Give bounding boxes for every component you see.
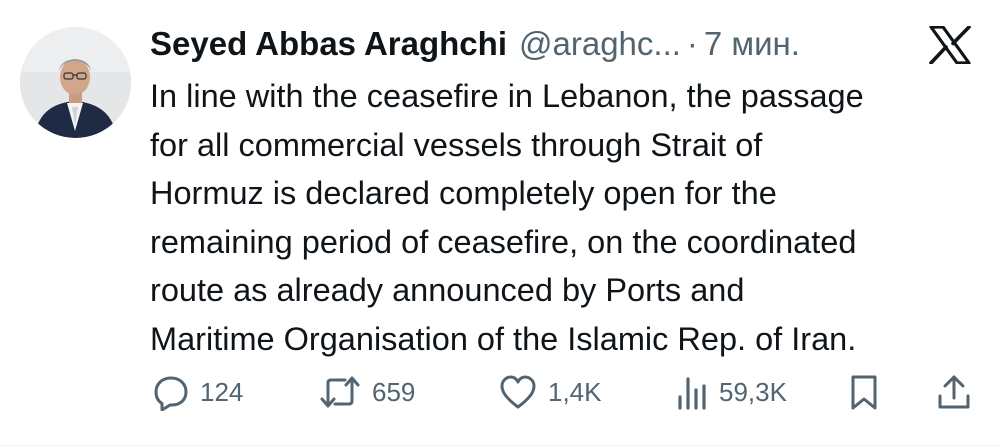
- tweet-text-line: Hormuz is declared completely open for t…: [150, 175, 777, 212]
- author-display-name[interactable]: Seyed Abbas Araghchi: [150, 22, 507, 66]
- reply-count: 124: [200, 377, 244, 407]
- tweet-header: Seyed Abbas Araghchi @araghc... · 7 мин.: [150, 22, 800, 66]
- share-button[interactable]: [936, 370, 972, 414]
- tweet-text-line: In line with the ceasefire in Lebanon, t…: [150, 78, 864, 114]
- reply-button[interactable]: 124: [152, 370, 243, 414]
- tweet-card: Seyed Abbas Araghchi @araghc... · 7 мин.…: [0, 0, 1000, 448]
- share-icon: [936, 373, 972, 411]
- tweet-text-line: for all commercial vessels through Strai…: [150, 126, 763, 163]
- views-icon: [675, 373, 709, 411]
- reply-icon: [152, 373, 190, 411]
- tweet-text-line: route as already announced by Ports and: [150, 272, 745, 309]
- views-button[interactable]: 59,3K: [675, 370, 787, 414]
- divider: [0, 445, 1000, 446]
- tweet-text: In line with the ceasefire in Lebanon, t…: [150, 72, 985, 364]
- timestamp[interactable]: 7 мин.: [704, 22, 800, 66]
- tweet-text-line: Maritime Organisation of the Islamic Rep…: [150, 320, 857, 357]
- bookmark-icon: [848, 373, 880, 411]
- author-handle[interactable]: @araghc...: [519, 22, 681, 66]
- avatar-photo: [20, 27, 131, 138]
- repost-count: 659: [372, 377, 416, 407]
- avatar[interactable]: [20, 27, 131, 138]
- like-count: 1,4K: [548, 377, 602, 407]
- like-button[interactable]: 1,4K: [498, 370, 602, 414]
- repost-button[interactable]: 659: [318, 370, 415, 414]
- separator-dot: ·: [686, 25, 698, 62]
- tweet-text-line: remaining period of ceasefire, on the co…: [150, 223, 857, 260]
- bookmark-button[interactable]: [848, 370, 880, 414]
- x-logo-icon: [925, 25, 975, 65]
- tweet-actions-bar: 124 659 1,4K 59,3K: [150, 370, 980, 414]
- heart-icon: [498, 373, 538, 411]
- repost-icon: [318, 373, 362, 411]
- views-count: 59,3K: [719, 377, 787, 407]
